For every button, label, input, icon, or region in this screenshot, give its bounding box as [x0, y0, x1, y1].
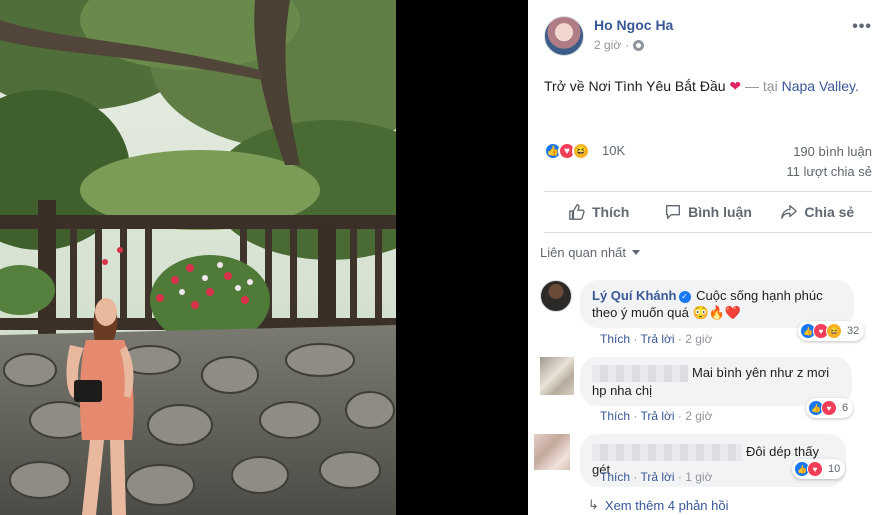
like-button[interactable]: Thích — [544, 192, 653, 232]
status-text: Trở về Nơi Tình Yêu Bắt Đầu — [544, 78, 726, 94]
share-arrow-icon — [781, 205, 798, 219]
shares-count[interactable]: 11 lượt chia sẻ — [786, 164, 872, 179]
comment-reactions[interactable]: 👍 ♥ 10 — [792, 459, 846, 479]
comment-item: Đôi dép thấy gét 👍 ♥ 10 Thích · Trả lời … — [534, 434, 872, 490]
comment-item: Lý Quí Khánh ✓ Cuộc sống hạnh phúc theo ý… — [540, 280, 872, 350]
comment-sort-label: Liên quan nhất — [540, 245, 627, 260]
share-button[interactable]: Chia sẻ — [763, 192, 872, 232]
comment-text-line1: Cuộc sống hạnh phúc — [696, 288, 823, 303]
post-time[interactable]: 2 giờ — [594, 38, 621, 52]
comment-text-line2: hp nha chị — [592, 383, 652, 399]
status-period: . — [855, 78, 859, 94]
comment-icon — [666, 205, 681, 219]
haha-reaction-icon: 😆 — [826, 323, 842, 339]
comment-reply-link[interactable]: Trả lời — [640, 332, 674, 346]
more-options-icon[interactable]: ••• — [852, 18, 872, 36]
author-avatar[interactable] — [544, 16, 584, 56]
globe-icon[interactable] — [633, 39, 645, 51]
comment-like-link[interactable]: Thích — [600, 332, 630, 346]
comment-reactions[interactable]: 👍 ♥ 😆 32 — [798, 321, 865, 341]
haha-reaction-icon: 😆 — [572, 142, 590, 160]
comment-time[interactable]: 2 giờ — [685, 409, 712, 423]
comments-count[interactable]: 190 bình luận — [793, 144, 872, 159]
comment-actions: Thích · Trả lời · 2 giờ — [600, 332, 713, 346]
commenter-name-redacted[interactable] — [592, 365, 688, 383]
comment-text-line2: theo ý muốn quá — [592, 305, 689, 320]
comment-button[interactable]: Bình luận — [653, 192, 762, 232]
reactions-summary: 👍 ♥ 😆 10K 190 bình luận 11 lượt chia sẻ — [544, 140, 872, 184]
reply-arrow-icon: ↳ — [588, 497, 599, 512]
comment-text-line1: Mai bình yên như z mơi — [692, 365, 830, 380]
commenter-name-redacted[interactable] — [592, 444, 742, 462]
comment-reaction-count: 6 — [842, 402, 849, 414]
reaction-count[interactable]: 10K — [602, 143, 625, 158]
commenter-avatar-blurred[interactable] — [534, 434, 570, 470]
love-reaction-icon: ♥ — [821, 400, 837, 416]
comment-actions: Thích · Trả lời · 2 giờ — [600, 409, 713, 423]
commenter-name[interactable]: Lý Quí Khánh — [592, 288, 677, 303]
commenter-avatar-blurred[interactable] — [540, 357, 574, 395]
view-more-replies-link[interactable]: ↳ Xem thêm 4 phản hồi — [588, 497, 728, 513]
reaction-icons[interactable]: 👍 ♥ 😆 — [544, 142, 590, 160]
comment-reply-link[interactable]: Trả lời — [640, 409, 674, 423]
verified-badge-icon: ✓ — [678, 290, 691, 303]
comment-reaction-count: 10 — [828, 463, 841, 475]
comment-sort-dropdown[interactable]: Liên quan nhất — [540, 245, 641, 260]
comment-label: Bình luận — [688, 204, 752, 220]
comment-reaction-count: 32 — [847, 325, 860, 337]
status-dash: — tại — [745, 78, 778, 94]
post-actions: Thích Bình luận Chia sẻ — [544, 191, 872, 233]
place-link[interactable]: Napa Valley — [782, 78, 855, 94]
post-meta: 2 giờ · — [594, 38, 645, 52]
caret-down-icon — [632, 250, 641, 255]
author-name[interactable]: Ho Ngoc Ha — [594, 17, 673, 33]
more-replies-label: Xem thêm 4 phản hồi — [604, 497, 729, 513]
post-panel: Ho Ngoc Ha 2 giờ · ••• Trở về Nơi Tình Y… — [528, 0, 882, 515]
facebook-photo-viewer: Ho Ngoc Ha 2 giờ · ••• Trở về Nơi Tình Y… — [0, 0, 882, 515]
commenter-avatar[interactable] — [540, 280, 572, 312]
comment-emoji: 😳🔥❤️ — [692, 305, 742, 320]
comment-like-link[interactable]: Thích — [600, 470, 630, 484]
thumbs-up-icon — [569, 204, 585, 220]
post-photo[interactable] — [0, 0, 396, 515]
comment-actions: Thích · Trả lời · 1 giờ — [600, 470, 713, 484]
heart-icon: ❤ — [729, 78, 742, 94]
comment-time[interactable]: 1 giờ — [685, 470, 712, 484]
like-label: Thích — [591, 204, 630, 220]
share-label: Chia sẻ — [804, 204, 855, 220]
comment-item: Mai bình yên như z mơi hp nha chị 👍 ♥ 6 … — [540, 357, 872, 427]
photo-illustration — [0, 0, 396, 515]
post-status: Trở về Nơi Tình Yêu Bắt Đầu ❤ — tại Napa… — [544, 78, 872, 95]
comment-reply-link[interactable]: Trả lời — [640, 470, 674, 484]
comment-like-link[interactable]: Thích — [600, 409, 630, 423]
viewer-backdrop — [396, 0, 528, 515]
post-header: Ho Ngoc Ha 2 giờ · ••• — [544, 14, 872, 58]
comment-reactions[interactable]: 👍 ♥ 6 — [806, 398, 854, 418]
love-reaction-icon: ♥ — [807, 461, 823, 477]
comment-time[interactable]: 2 giờ — [685, 332, 712, 346]
